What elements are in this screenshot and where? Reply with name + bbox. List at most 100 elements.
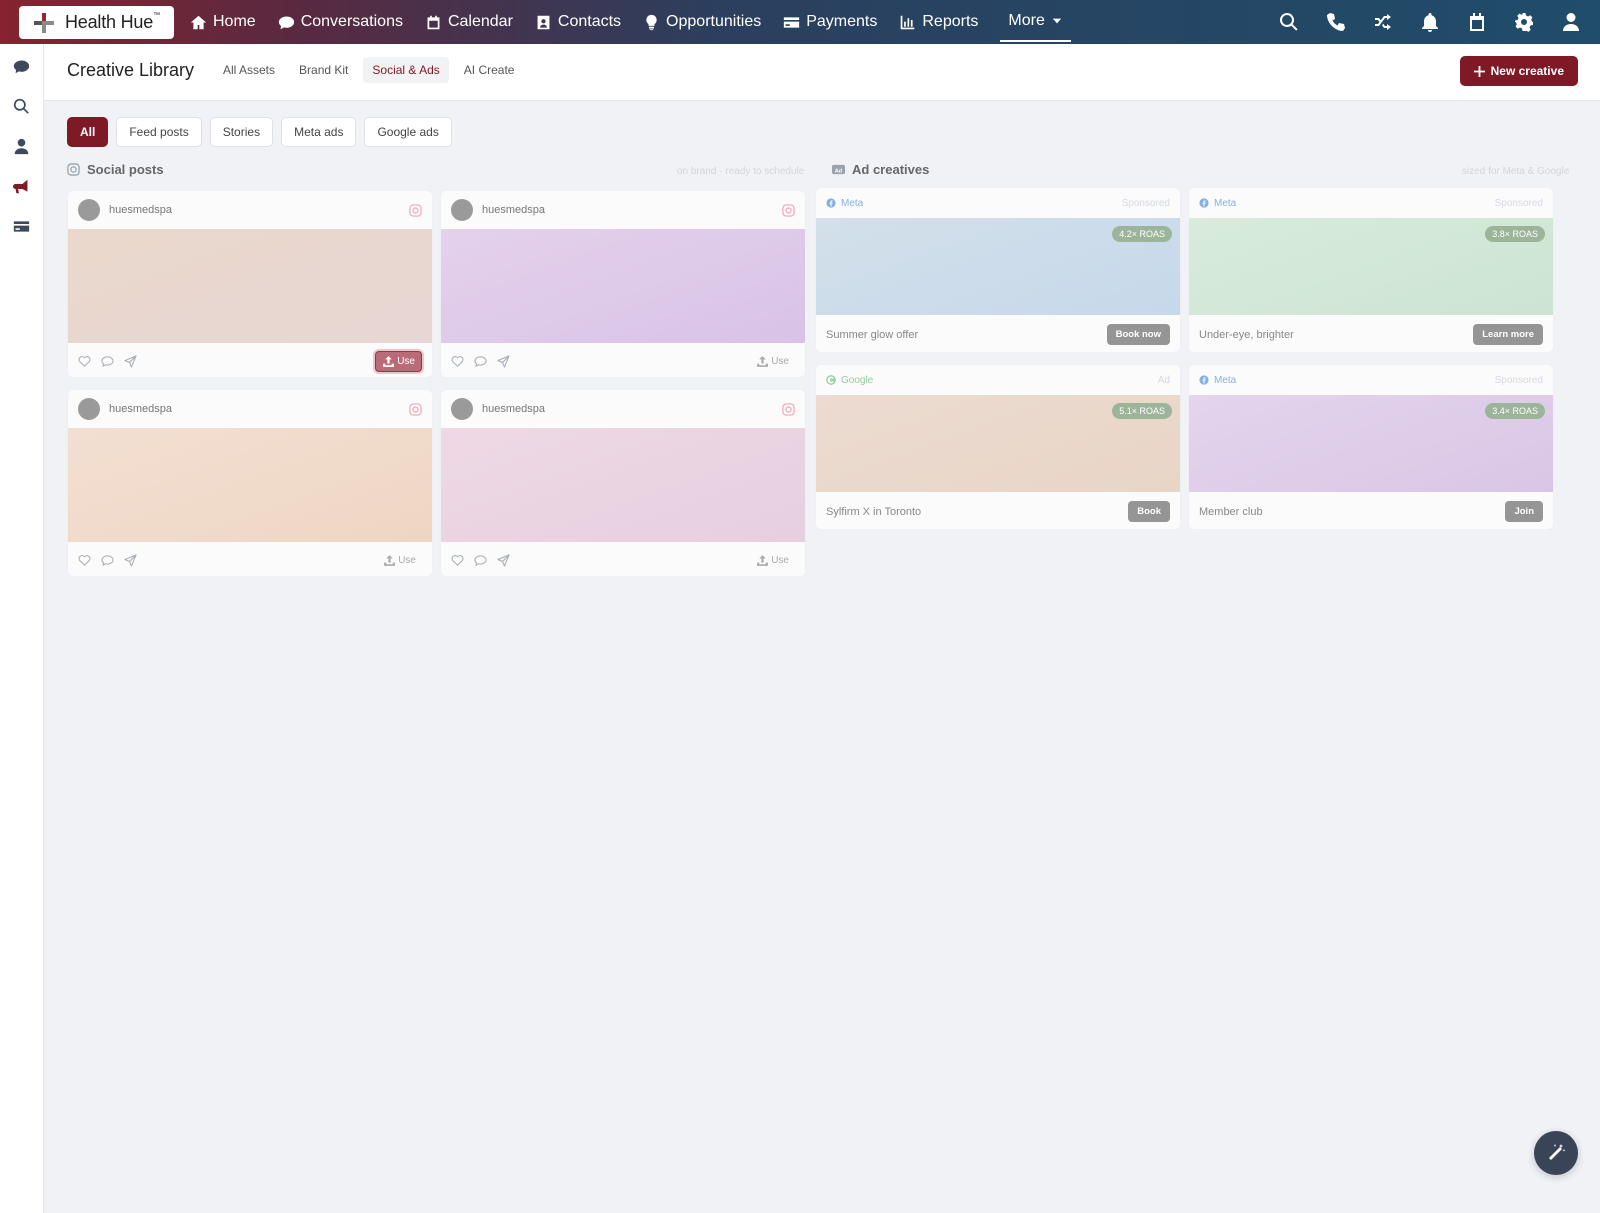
heart-icon[interactable] [451,554,464,567]
nav-contacts[interactable]: Contacts [535,0,621,44]
filter-chips: All Feed posts Stories Meta ads Google a… [67,117,452,147]
tab-social-ads[interactable]: Social & Ads [363,57,449,83]
send-icon[interactable] [497,354,510,368]
filter-google-ads[interactable]: Google ads [364,117,452,147]
nav-opportunities[interactable]: Opportunities [643,0,761,44]
search-icon[interactable] [1278,11,1300,33]
ad-creative-card[interactable]: Meta Sponsored 3.4× ROAS Member club Join [1188,364,1554,530]
bell-icon[interactable] [1419,11,1441,33]
send-icon[interactable] [124,354,137,368]
roas-badge: 3.4× ROAS [1485,403,1545,419]
ad-image: 3.8× ROAS [1189,218,1553,315]
heart-icon[interactable] [451,355,464,368]
social-post-card[interactable]: huesmedspa Use [67,190,433,378]
shuffle-icon[interactable] [1372,11,1394,33]
post-handle: huesmedspa [482,403,545,415]
tab-all-assets[interactable]: All Assets [214,57,284,83]
tab-ai-create[interactable]: AI Create [455,57,524,83]
calendar-icon[interactable] [1466,11,1488,33]
header-tabs: All Assets Brand Kit Social & Ads AI Cre… [214,57,523,83]
post-actions: Use [68,542,432,576]
health-hue-logo-icon [31,10,57,36]
tab-brand-kit[interactable]: Brand Kit [290,57,357,83]
calendar-icon [427,15,440,29]
nav-reports[interactable]: Reports [899,0,978,44]
credit-card-icon[interactable] [13,217,31,235]
use-button[interactable]: Use [750,352,795,371]
ad-cta-button[interactable]: Join [1505,501,1543,522]
roas-badge: 4.2× ROAS [1112,226,1172,242]
avatar [78,398,100,420]
ad-footer: Sylfirm X in Toronto Book [816,492,1180,529]
ad-cta-button[interactable]: Book [1128,501,1170,522]
social-post-card[interactable]: huesmedspa Use [440,190,806,378]
use-button[interactable]: Use [377,551,422,570]
main-nav: Home Conversations Calendar Contacts Opp… [190,0,1071,44]
social-posts-hint: on brand · ready to schedule [677,166,805,177]
home-icon [190,15,207,29]
upload-icon [757,355,769,367]
nav-conversations[interactable]: Conversations [278,0,403,44]
avatar [78,199,100,221]
megaphone-icon[interactable] [13,177,31,195]
chat-icon[interactable] [13,57,31,75]
plus-icon [1473,65,1485,77]
page-header: Creative Library All Assets Brand Kit So… [44,44,1600,101]
user-icon[interactable] [1560,11,1582,33]
instagram-icon [409,203,422,217]
nav-more-dropdown[interactable]: More [1000,2,1071,42]
brand-logo[interactable]: Health Hue™ [19,6,174,39]
ad-label: Sponsored [1494,374,1543,386]
send-icon[interactable] [124,553,137,567]
ad-platform: Meta [1214,197,1237,209]
ad-badge-icon: Ad [832,164,845,174]
comment-icon[interactable] [474,554,487,567]
social-post-card[interactable]: huesmedspa Use [67,389,433,577]
ad-title: Sylfirm X in Toronto [826,505,922,518]
heart-icon[interactable] [78,355,91,368]
new-creative-button[interactable]: New creative [1459,56,1578,86]
left-rail [0,44,44,1213]
gear-icon[interactable] [1513,11,1535,33]
ad-title: Summer glow offer [826,328,919,341]
filter-all[interactable]: All [67,117,109,147]
nav-payments[interactable]: Payments [783,0,877,44]
ad-creative-card[interactable]: Meta Sponsored 4.2× ROAS Summer glow offer B… [815,187,1181,353]
instagram-icon [782,203,795,217]
user-icon[interactable] [13,137,31,155]
ai-magic-wand-button[interactable] [1534,1131,1578,1175]
use-button[interactable]: Use [375,350,422,372]
comment-icon[interactable] [101,554,114,567]
avatar [451,398,473,420]
filter-feed-posts[interactable]: Feed posts [116,117,202,147]
svg-text:Ad: Ad [835,168,843,174]
heart-icon[interactable] [78,554,91,567]
ad-header: Meta Sponsored [816,188,1180,218]
nav-calendar[interactable]: Calendar [425,0,513,44]
bar-chart-icon [901,15,915,29]
social-post-card[interactable]: huesmedspa Use [440,389,806,577]
ad-creative-card[interactable]: Google Ad 5.1× ROAS Sylfirm X in Toronto Boo… [815,364,1181,530]
ad-cta-button[interactable]: Book now [1106,324,1170,345]
phone-icon[interactable] [1325,11,1347,33]
social-posts-heading: Social posts [67,162,164,177]
comment-icon[interactable] [474,355,487,368]
use-button[interactable]: Use [750,551,795,570]
comment-icon[interactable] [101,355,114,368]
send-icon[interactable] [497,553,510,567]
page-title: Creative Library [67,60,195,80]
upload-icon [383,355,395,367]
nav-home[interactable]: Home [190,0,256,44]
top-actions [1278,0,1582,44]
ad-creative-card[interactable]: Meta Sponsored 3.8× ROAS Under-eye, brighte… [1188,187,1554,353]
filter-stories[interactable]: Stories [209,117,274,147]
ad-cta-button[interactable]: Learn more [1473,324,1543,345]
ad-platform: Google [841,374,874,386]
search-icon[interactable] [13,97,31,115]
upload-icon [384,554,396,566]
filter-meta-ads[interactable]: Meta ads [281,117,357,147]
chat-icon [278,16,294,29]
top-navigation-bar: Health Hue™ Home Conversations Calendar … [0,0,1600,44]
google-icon [826,375,836,385]
roas-badge: 5.1× ROAS [1112,403,1172,419]
